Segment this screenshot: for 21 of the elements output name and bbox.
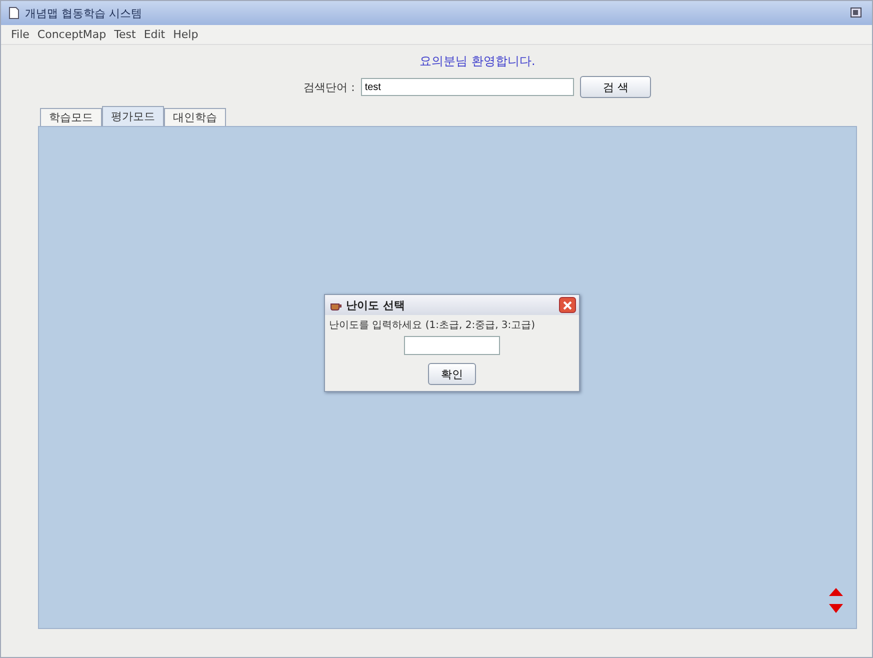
- search-field[interactable]: test: [360, 78, 574, 96]
- menu-item[interactable]: ConceptMap: [37, 28, 106, 41]
- close-button[interactable]: [559, 297, 576, 313]
- document-icon: [9, 7, 19, 19]
- search-button[interactable]: 검 색: [580, 76, 652, 98]
- dialog-message: 난이도를 입력하세요 (1:초급, 2:중급, 3:고급): [329, 319, 536, 332]
- tab[interactable]: 대인학습: [164, 108, 226, 126]
- menu-item[interactable]: Edit: [144, 28, 166, 41]
- menu-item[interactable]: Help: [173, 28, 198, 41]
- menu-item[interactable]: Test: [114, 28, 136, 41]
- window-title: 개념맵 협동학습 시스템: [25, 6, 142, 20]
- ok-button[interactable]: 확인: [428, 363, 476, 385]
- menu-item[interactable]: File: [11, 28, 30, 41]
- search-label: 검색단어 :: [304, 80, 355, 94]
- input-field[interactable]: [404, 336, 500, 355]
- close-icon: [563, 300, 572, 310]
- tab[interactable]: 평가모드: [102, 106, 164, 126]
- welcome-text: 요의분님 환영합니다.: [420, 53, 536, 70]
- maximize-icon[interactable]: [850, 7, 864, 19]
- dialog-title: 난이도 선택: [346, 298, 405, 312]
- tab[interactable]: 학습모드: [40, 108, 102, 126]
